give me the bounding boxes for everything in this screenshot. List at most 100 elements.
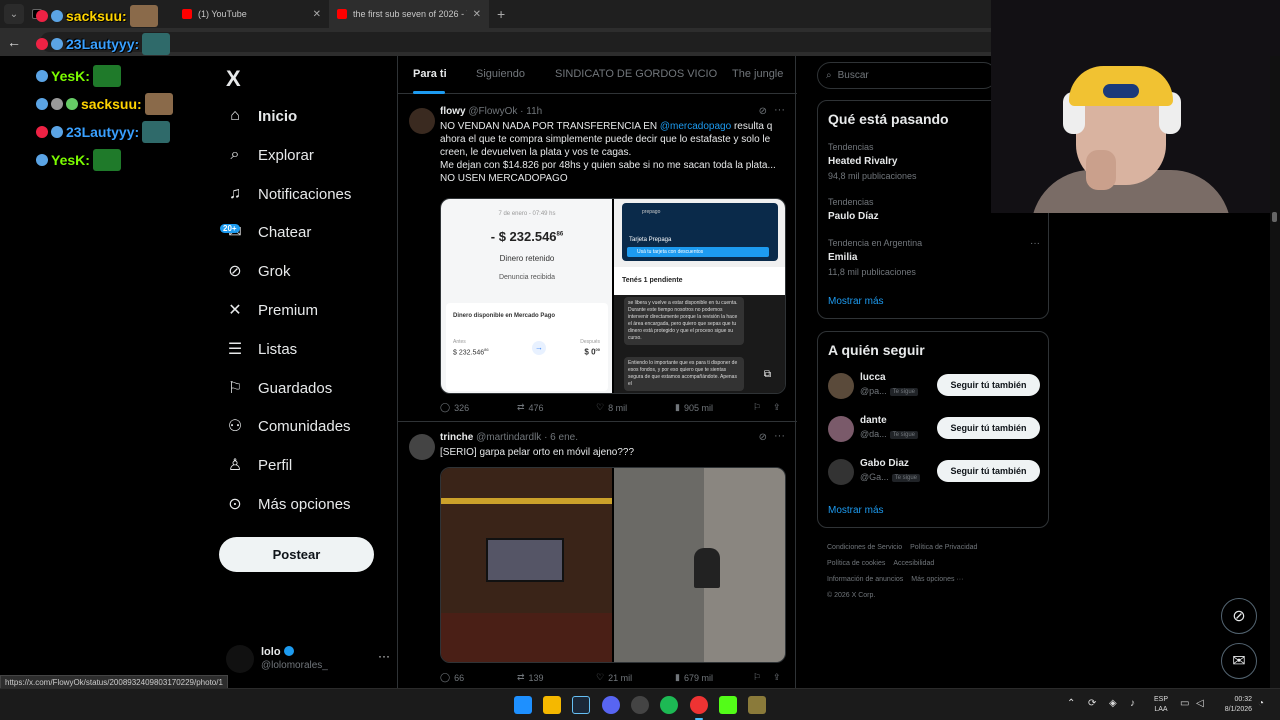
more-icon[interactable]: ··· [774, 430, 785, 442]
tab-the-jungle[interactable]: The jungle [732, 68, 783, 80]
image-edit-icon[interactable]: ⧉ [764, 369, 771, 380]
chrome-icon[interactable] [690, 696, 708, 714]
steam-icon[interactable] [572, 696, 590, 714]
tweet-media[interactable] [440, 467, 786, 663]
follow-back-button[interactable]: Seguir tú también [937, 417, 1040, 439]
address-bar[interactable] [40, 32, 1000, 52]
follow-suggestion[interactable]: lucca @pa... Te sigue Seguir tú también [828, 370, 1040, 402]
nav-item-grok[interactable]: ⊘ Grok [226, 255, 290, 287]
avatar[interactable] [409, 434, 435, 460]
follow-back-button[interactable]: Seguir tú también [937, 374, 1040, 396]
nav-item-explorar[interactable]: ⌕ Explorar [226, 139, 314, 171]
nav-item-listas[interactable]: ☰ Listas [226, 333, 297, 365]
discord-icon[interactable] [602, 696, 620, 714]
tab-para-ti[interactable]: Para ti [413, 68, 447, 80]
language-indicator[interactable]: ESP LAA [1150, 695, 1172, 715]
nav-item-notificaciones[interactable]: ♫ Notificaciones [226, 178, 351, 210]
views-button[interactable]: ▮ 905 mil [675, 402, 713, 413]
bookmark-button[interactable]: ⚐ [753, 402, 761, 413]
obs-icon[interactable] [631, 696, 649, 714]
x-logo-icon[interactable]: X [226, 66, 241, 92]
tweet-media[interactable]: 7 de enero - 07:49 hs - $ 232.54686 Dine… [440, 198, 786, 394]
tweet-author-handle[interactable]: @FlowyOk · 11h [468, 106, 542, 117]
microphone-icon[interactable]: ♪ [1130, 698, 1135, 709]
shield-icon[interactable]: ◈ [1109, 698, 1117, 709]
repost-button[interactable]: ⇄ 476 [517, 402, 544, 413]
close-tab-icon[interactable]: ✕ [313, 9, 321, 20]
app-icon[interactable] [748, 696, 766, 714]
back-button[interactable]: ← [0, 34, 28, 50]
search-input[interactable]: ⌕ Buscar [817, 62, 997, 89]
more-icon[interactable]: ··· [1030, 238, 1040, 249]
show-more-trends-link[interactable]: Mostrar más [828, 296, 884, 307]
tweet-author-name[interactable]: flowy [440, 106, 466, 117]
tab-title: (1) YouTube [198, 9, 247, 19]
messages-float-button[interactable]: ✉ [1221, 643, 1257, 679]
follow-suggestion[interactable]: dante @da... Te sigue Seguir tú también [828, 413, 1040, 445]
page-scrollbar[interactable] [1270, 56, 1280, 688]
trend-item[interactable]: Tendencia en Argentina Emilia 11,8 mil p… [828, 238, 1040, 277]
footer-link[interactable]: Información de anuncios [827, 576, 903, 583]
follow-suggestion[interactable]: Gabo Diaz @Ga... Te sigue Seguir tú tambi… [828, 456, 1040, 488]
footer-link[interactable]: Condiciones de Servicio [827, 544, 902, 551]
tab-youtube-video[interactable]: the first sub seven of 2026 - Yo ✕ [329, 0, 489, 28]
bookmark-button[interactable]: ⚐ [753, 672, 761, 683]
like-button[interactable]: ♡ 21 mil [596, 672, 632, 683]
tweet-author-handle[interactable]: @martindardlk · 6 ene. [476, 432, 578, 443]
more-icon[interactable]: ··· [378, 649, 390, 663]
media-image-room[interactable] [441, 468, 612, 662]
nav-item-guardados[interactable]: ⚐ Guardados [226, 372, 332, 404]
grok-icon[interactable]: ⊘ [759, 432, 767, 443]
grok-float-button[interactable]: ⊘ [1221, 598, 1257, 634]
nav-item-chatear[interactable]: ✉20+ Chatear [220, 216, 311, 248]
kick-icon[interactable] [719, 696, 737, 714]
grok-icon[interactable]: ⊘ [759, 106, 767, 117]
nav-item-inicio[interactable]: ⌂ Inicio [226, 100, 297, 132]
views-button[interactable]: ▮ 679 mil [675, 672, 713, 683]
like-button[interactable]: ♡ 8 mil [596, 402, 627, 413]
footer-link[interactable]: Accesibilidad [893, 560, 934, 567]
nav-item-premium[interactable]: ✕ Premium [226, 294, 318, 326]
nav-item-perfil[interactable]: ♙ Perfil [226, 449, 292, 481]
media-image-balcony[interactable] [614, 468, 785, 662]
tweet-author-name[interactable]: trinche [440, 432, 473, 443]
clock[interactable]: 00:32 8/1/2026 [1212, 695, 1252, 715]
lang-line-1: ESP [1153, 696, 1168, 703]
reply-button[interactable]: ◯ 326 [440, 402, 469, 413]
media-image-receipt[interactable]: 7 de enero - 07:49 hs - $ 232.54686 Dine… [441, 199, 612, 393]
chevron-up-icon[interactable]: ⌃ [1067, 698, 1075, 709]
tab-search-button[interactable]: ⌄ [4, 4, 24, 24]
file-explorer-icon[interactable] [543, 696, 561, 714]
footer-link[interactable]: Política de cookies [827, 560, 885, 567]
more-icon[interactable]: ··· [774, 104, 785, 116]
media-image-chat[interactable]: prepago Tarjeta Prepaga Usá tu tarjeta c… [614, 199, 785, 393]
spotify-icon[interactable] [660, 696, 678, 714]
reply-button[interactable]: ◯ 66 [440, 672, 464, 683]
tab-siguiendo[interactable]: Siguiendo [476, 68, 525, 80]
share-button[interactable]: ⇪ [773, 402, 781, 413]
tweet[interactable]: flowy @FlowyOk · 11h ⊘ ··· NO VENDAN NAD… [398, 96, 797, 422]
repost-button[interactable]: ⇄ 139 [517, 672, 544, 683]
new-tab-button[interactable]: + [489, 6, 513, 22]
mention-link[interactable]: @mercadopago [660, 121, 731, 132]
show-more-follow-link[interactable]: Mostrar más [828, 505, 884, 516]
follow-back-button[interactable]: Seguir tú también [937, 460, 1040, 482]
scrollbar-thumb[interactable] [1272, 212, 1277, 222]
footer-link[interactable]: Política de Privacidad [910, 544, 977, 551]
footer-link[interactable]: Más opciones ··· [911, 576, 963, 583]
sync-icon[interactable]: ⟳ [1088, 698, 1096, 709]
share-button[interactable]: ⇪ [773, 672, 781, 683]
notification-icon[interactable]: ◔ [1258, 698, 1264, 709]
close-tab-icon[interactable]: ✕ [473, 9, 481, 20]
tab-sindicato[interactable]: SINDICATO DE GORDOS VICIO [555, 68, 717, 80]
tweet[interactable]: trinche @martindardlk · 6 ene. ⊘ ··· [SE… [398, 422, 797, 692]
account-switcher[interactable]: lolo @lolomorales_ ··· [226, 641, 390, 681]
volume-icon[interactable]: ◁ [1196, 698, 1204, 709]
start-icon[interactable] [514, 696, 532, 714]
avatar[interactable] [409, 108, 435, 134]
nav-item-comunidades[interactable]: ⚇ Comunidades [226, 410, 351, 442]
network-icon[interactable]: ▭ [1180, 698, 1189, 709]
post-button[interactable]: Postear [219, 537, 374, 572]
nav-item-mas-opciones[interactable]: ⊙ Más opciones [226, 488, 350, 520]
despues-value: $ 000 [584, 347, 600, 357]
